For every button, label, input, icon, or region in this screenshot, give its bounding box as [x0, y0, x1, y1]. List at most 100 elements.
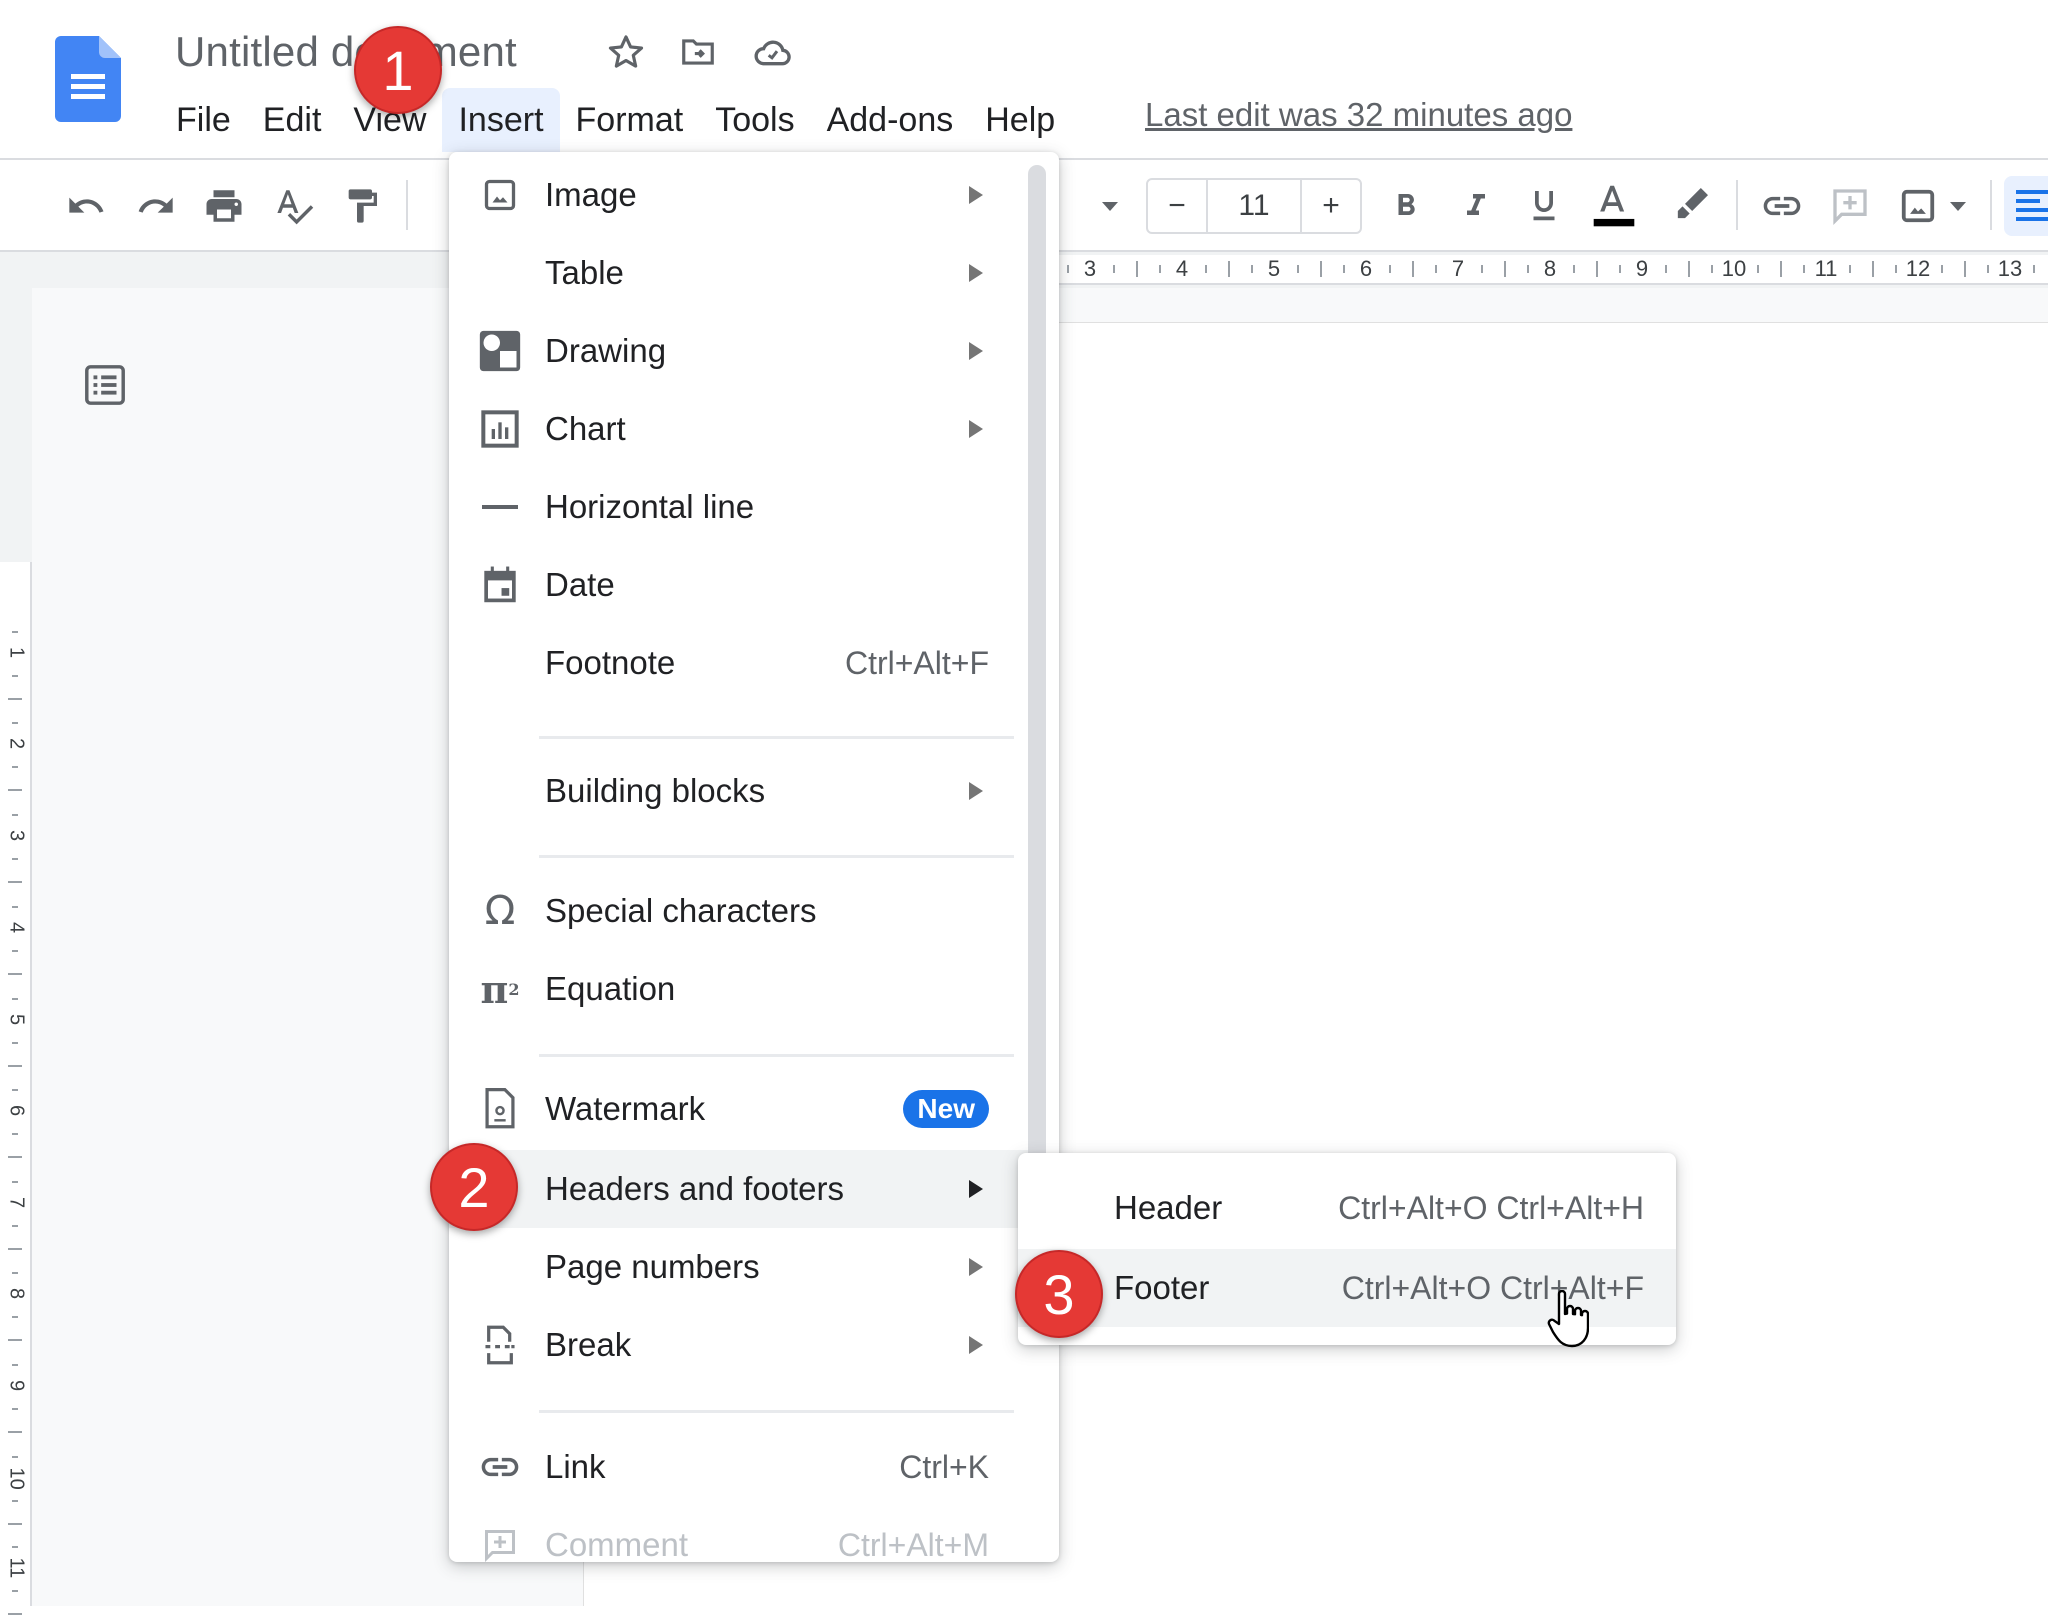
image-dropdown-arrow-icon[interactable] — [1934, 182, 1982, 230]
decrease-font-size-button[interactable]: − — [1148, 180, 1208, 232]
menu-item-footnote[interactable]: Footnote Ctrl+Alt+F — [449, 624, 1019, 702]
menu-add-ons[interactable]: Add-ons — [811, 88, 970, 152]
ruler-number: 13 — [1997, 256, 2023, 281]
star-icon[interactable] — [604, 30, 648, 74]
last-edit-link[interactable]: Last edit was 32 minutes ago — [1145, 96, 1572, 134]
ruler-tick — [8, 973, 22, 975]
text-color-icon[interactable] — [1590, 182, 1638, 230]
redo-icon[interactable] — [132, 182, 180, 230]
menu-item-watermark[interactable]: Watermark New — [449, 1070, 1019, 1148]
ruler-tick — [1297, 265, 1299, 273]
ruler-number: 8 — [5, 1287, 28, 1300]
menu-file[interactable]: File — [160, 88, 247, 152]
ruler-number: 9 — [1635, 256, 1649, 281]
menu-item-image[interactable]: Image — [449, 156, 1019, 234]
ruler-tick — [1113, 265, 1115, 273]
menu-edit[interactable]: Edit — [247, 88, 338, 152]
menu-bar: File Edit View Insert Format Tools Add-o… — [160, 88, 1071, 152]
highlight-icon[interactable] — [1666, 182, 1714, 230]
ruler-tick — [1665, 265, 1667, 273]
menu-item-drawing[interactable]: Drawing — [449, 312, 1019, 390]
link-icon[interactable] — [1758, 182, 1806, 230]
ruler-tick — [12, 1181, 18, 1183]
italic-icon[interactable] — [1452, 182, 1500, 230]
drawing-icon — [477, 328, 523, 374]
ruler-tick — [1389, 265, 1391, 273]
hand-cursor-icon — [1545, 1289, 1590, 1350]
increase-font-size-button[interactable]: + — [1302, 180, 1360, 232]
ruler-number: 11 — [5, 1557, 28, 1579]
menu-insert[interactable]: Insert — [442, 88, 560, 152]
menu-item-link[interactable]: Link Ctrl+K — [449, 1428, 1019, 1506]
paint-format-icon[interactable] — [338, 182, 386, 230]
ruler-tick — [1757, 265, 1759, 273]
menu-tools[interactable]: Tools — [699, 88, 810, 152]
underline-icon[interactable] — [1520, 182, 1568, 230]
ruler-tick — [1527, 265, 1529, 273]
ruler-tick — [1619, 265, 1621, 273]
spellcheck-icon[interactable] — [270, 182, 318, 230]
menu-item-page-numbers[interactable]: Page numbers — [449, 1228, 1019, 1306]
add-comment-icon[interactable] — [1826, 182, 1874, 230]
ruler-tick — [12, 1316, 18, 1318]
toolbar-separator — [406, 180, 408, 230]
shortcut-text: Ctrl+Alt+O Ctrl+Alt+H — [1338, 1189, 1644, 1226]
menu-help[interactable]: Help — [969, 88, 1071, 152]
ruler-tick — [8, 1065, 22, 1067]
horizontal-ruler[interactable]: 3 4 5 6 7 8 9 10 11 12 13 — [1058, 255, 2048, 285]
omega-icon: Ω — [484, 888, 516, 934]
ruler-tick — [12, 1456, 18, 1458]
ruler-tick — [12, 1089, 18, 1091]
step-badge-2: 2 — [430, 1143, 518, 1231]
document-title[interactable]: Untitled document — [175, 28, 517, 76]
ruler-tick — [1987, 265, 1989, 273]
document-outline-icon[interactable] — [82, 362, 128, 408]
ruler-tick — [1596, 261, 1598, 277]
menu-item-table[interactable]: Table — [449, 234, 1019, 312]
shortcut-text: Ctrl+K — [899, 1448, 989, 1485]
ruler-number: 12 — [1905, 256, 1931, 281]
menu-item-break[interactable]: Break — [449, 1306, 1019, 1384]
docs-logo-icon[interactable] — [55, 36, 121, 122]
ruler-tick — [1136, 261, 1138, 277]
ruler-number: 8 — [1543, 256, 1557, 281]
ruler-tick — [1435, 265, 1437, 273]
watermark-icon — [477, 1086, 523, 1132]
font-dropdown-arrow-icon[interactable] — [1086, 182, 1134, 230]
ruler-number: 7 — [1451, 256, 1465, 281]
ruler-tick — [8, 1156, 22, 1158]
menu-format[interactable]: Format — [560, 88, 700, 152]
menu-item-building-blocks[interactable]: Building blocks — [449, 752, 1019, 830]
bold-icon[interactable] — [1382, 182, 1430, 230]
font-size-input[interactable]: 11 — [1208, 180, 1302, 232]
ruler-tick — [1205, 265, 1207, 273]
font-size-stepper: − 11 + — [1146, 178, 1362, 234]
submenu-item-header[interactable]: Header Ctrl+Alt+O Ctrl+Alt+H — [1018, 1169, 1676, 1247]
menu-item-headers-and-footers[interactable]: Headers and footers — [449, 1150, 1029, 1228]
menu-item-comment[interactable]: Comment Ctrl+Alt+M — [449, 1506, 1019, 1584]
submenu-arrow-icon — [969, 342, 983, 360]
ruler-number: 4 — [1175, 256, 1189, 281]
menu-scrollbar[interactable] — [1028, 165, 1046, 1175]
cloud-saved-icon[interactable] — [750, 30, 794, 74]
ruler-tick — [12, 631, 18, 633]
calendar-icon — [477, 562, 523, 608]
align-left-button[interactable] — [2004, 176, 2048, 236]
ruler-tick — [1228, 261, 1230, 277]
ruler-tick — [12, 998, 18, 1000]
image-icon — [477, 172, 523, 218]
shortcut-text: Ctrl+Alt+M — [837, 1526, 989, 1563]
menu-item-equation[interactable]: π2 Equation — [449, 950, 1019, 1028]
comment-icon — [477, 1522, 523, 1568]
shortcut-text: Ctrl+Alt+O Ctrl+Alt+F — [1341, 1269, 1644, 1306]
menu-item-date[interactable]: Date — [449, 546, 1019, 624]
print-icon[interactable] — [200, 182, 248, 230]
ruler-tick — [1803, 265, 1805, 273]
menu-item-chart[interactable]: Chart — [449, 390, 1019, 468]
move-to-folder-icon[interactable] — [676, 30, 720, 74]
undo-icon[interactable] — [62, 182, 110, 230]
ruler-tick — [1067, 265, 1069, 273]
ruler-tick — [1895, 265, 1897, 273]
menu-item-horizontal-line[interactable]: Horizontal line — [449, 468, 1019, 546]
menu-item-special-characters[interactable]: Ω Special characters — [449, 872, 1019, 950]
